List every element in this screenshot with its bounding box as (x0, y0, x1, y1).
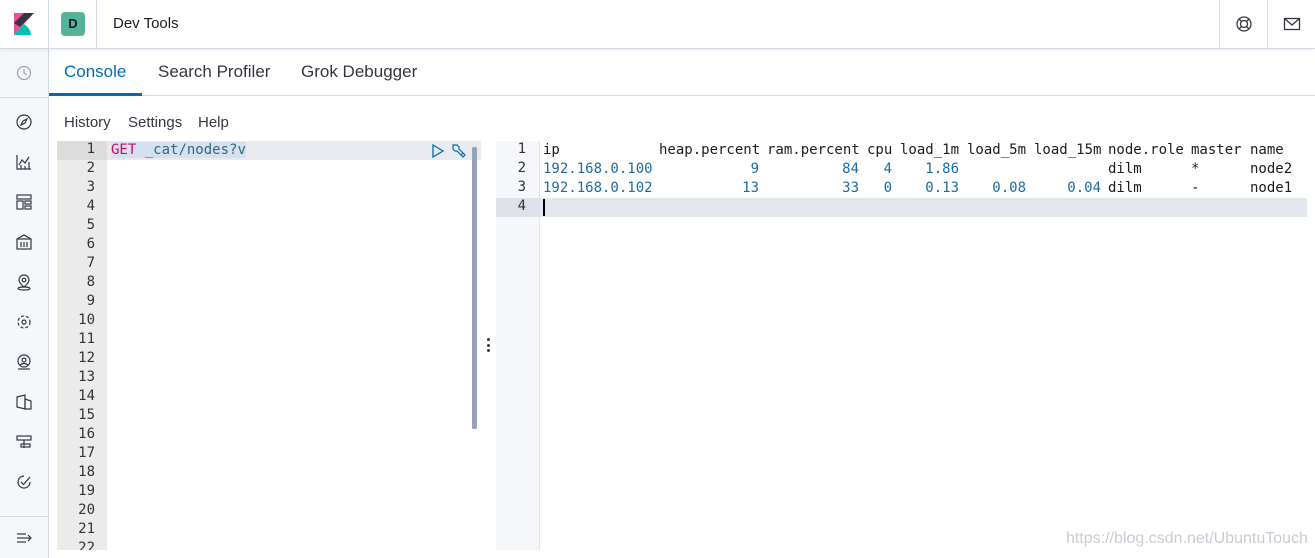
output-line-number: 4 (517, 198, 526, 214)
logo-cell[interactable] (0, 0, 49, 49)
editor-line-number: 3 (86, 179, 95, 195)
uptime-icon[interactable] (15, 433, 33, 451)
output-column-header: name (1250, 142, 1284, 158)
editor-line-number: 16 (78, 426, 95, 442)
output-cell: * (1191, 161, 1200, 177)
help-button[interactable] (1219, 0, 1267, 49)
output-cell: - (1191, 180, 1200, 196)
logs-icon[interactable] (15, 393, 33, 411)
tab-console[interactable]: Console (64, 62, 126, 82)
help-menu-item[interactable]: Help (198, 114, 229, 131)
output-cell: 13 (742, 180, 759, 196)
help-icon[interactable] (1235, 15, 1253, 33)
output-cell: 0.08 (992, 180, 1026, 196)
editor-line-number: 11 (78, 331, 95, 347)
editor-line-number: 22 (78, 540, 95, 550)
output-line-number: 2 (517, 160, 526, 176)
request-method: GET (111, 142, 137, 158)
maps-icon[interactable] (15, 273, 33, 291)
space-selector[interactable]: D (49, 0, 97, 49)
output-column-header: load_1m (900, 142, 960, 158)
output-cell: 9 (750, 161, 759, 177)
output-cell: node1 (1250, 180, 1293, 196)
output-column-header: ram.percent (767, 142, 860, 158)
editor-line-number: 18 (78, 464, 95, 480)
left-navigation (0, 49, 49, 558)
space-avatar[interactable]: D (61, 12, 85, 36)
output-column-header: node.role (1108, 142, 1184, 158)
clock-icon[interactable] (15, 64, 33, 82)
output-cell: 84 (842, 161, 859, 177)
editor-line-number: 21 (78, 521, 95, 537)
newsfeed-button[interactable] (1267, 0, 1315, 49)
output-line-number: 1 (517, 141, 526, 157)
editor-line-number: 19 (78, 483, 95, 499)
top-header: D Dev Tools (0, 0, 1315, 49)
output-cell: 4 (883, 161, 892, 177)
editor-line-number: 20 (78, 502, 95, 518)
mail-icon[interactable] (1283, 15, 1301, 33)
discover-icon[interactable] (15, 113, 33, 131)
devtools-tabs: Console Search Profiler Grok Debugger (49, 49, 1315, 96)
output-cell: 0 (883, 180, 892, 196)
text-cursor (543, 199, 545, 216)
editor-line-number: 6 (86, 236, 95, 252)
history-menu-item[interactable]: History (64, 114, 111, 131)
editor-line-number: 12 (78, 350, 95, 366)
editor-line-number: 7 (86, 255, 95, 271)
nav-divider (0, 97, 48, 98)
output-cell: 192.168.0.100 (543, 161, 653, 177)
ml-icon[interactable] (15, 313, 33, 331)
output-column-header: ip (543, 142, 560, 158)
output-cell: 0.13 (925, 180, 959, 196)
output-cell: 1.86 (925, 161, 959, 177)
play-icon[interactable] (430, 143, 446, 159)
output-cell: dilm (1108, 180, 1142, 196)
collapse-icon[interactable] (15, 529, 33, 547)
request-code[interactable]: GET _cat/nodes?v (111, 141, 246, 160)
kibana-logo-icon[interactable] (14, 13, 34, 35)
editor-line-number: 15 (78, 407, 95, 423)
app-title: Dev Tools (113, 15, 179, 32)
output-cell: node2 (1250, 161, 1293, 177)
tab-search-profiler[interactable]: Search Profiler (158, 62, 270, 82)
dashboard-icon[interactable] (15, 193, 33, 211)
editor-line-number: 13 (78, 369, 95, 385)
visualize-icon[interactable] (15, 153, 33, 171)
active-tab-indicator (49, 93, 142, 96)
tab-grok-debugger[interactable]: Grok Debugger (301, 62, 417, 82)
output-cell: dilm (1108, 161, 1142, 177)
pane-resizer[interactable] (482, 335, 496, 355)
editor-line-number: 2 (86, 160, 95, 176)
request-editor[interactable]: 1 2 3 4 5 6 7 8 9 10 11 12 13 14 15 16 17 18 19 20 21 22 GET … (57, 141, 481, 550)
output-line-number: 3 (517, 179, 526, 195)
output-active-line (496, 198, 1307, 217)
editor-line-number: 4 (86, 198, 95, 214)
editor-line-number: 17 (78, 445, 95, 461)
output-cell: 33 (842, 180, 859, 196)
editor-line-number: 10 (78, 312, 95, 328)
output-cell: 0.04 (1067, 180, 1101, 196)
output-cell: 192.168.0.102 (543, 180, 653, 196)
output-column-header: master (1191, 142, 1242, 158)
editor-scrollbar[interactable] (472, 147, 477, 429)
canvas-icon[interactable] (15, 233, 33, 251)
wrench-icon[interactable] (450, 142, 468, 160)
settings-menu-item[interactable]: Settings (128, 114, 182, 131)
output-column-header: load_15m (1034, 142, 1102, 158)
editor-line-number: 5 (86, 217, 95, 233)
watermark: https://blog.csdn.net/UbuntuTouch (1066, 530, 1308, 547)
output-column-header: heap.percent (659, 142, 761, 158)
editor-line-number: 14 (78, 388, 95, 404)
collapse-nav-button[interactable] (0, 516, 48, 558)
editor-line-number: 9 (86, 293, 95, 309)
apm-icon[interactable] (15, 473, 33, 491)
editor-line-number: 1 (86, 141, 95, 157)
output-column-header: cpu (867, 142, 893, 158)
output-column-header: load_5m (967, 142, 1027, 158)
editor-line-number: 8 (86, 274, 95, 290)
response-output[interactable]: 1 2 3 4 ip heap.percent ram.percent cpu load_1m… (496, 141, 1307, 550)
siem-icon[interactable] (15, 353, 33, 371)
request-path: _cat/nodes?v (144, 142, 246, 158)
